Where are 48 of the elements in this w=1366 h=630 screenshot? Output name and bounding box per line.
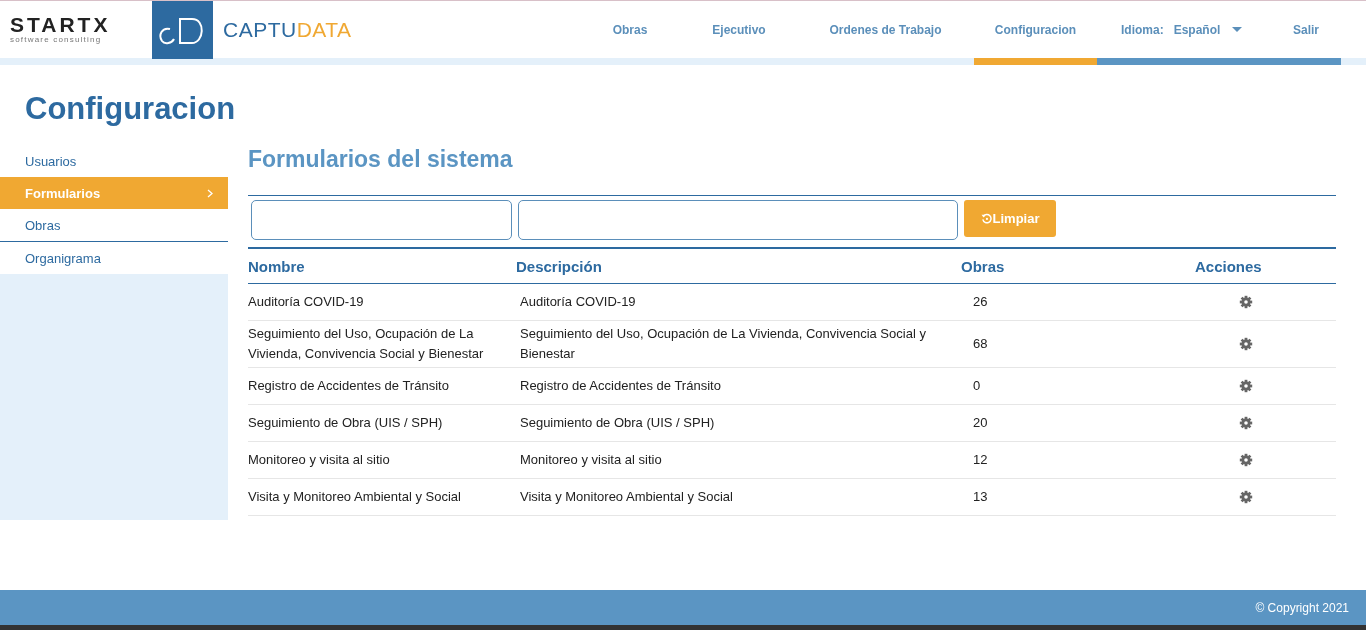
description-filter-field[interactable]: [518, 200, 958, 240]
table-cell-text: Visita y Monitoreo Ambiental y Social: [519, 488, 734, 506]
table-cell-text: Seguimiento del Uso, Ocupación de La Vivienda, Convivencia Social y Bienestar: [519, 325, 927, 363]
settings-icon[interactable]: [1239, 416, 1253, 430]
language-label: Idioma:: [1121, 22, 1164, 37]
table-cell-text: Monitoreo y visita al sitio: [248, 451, 391, 469]
page-title: Configuracion: [25, 91, 237, 128]
column-header: Nombre: [248, 257, 306, 275]
section-title: Formularios del sistema: [248, 146, 514, 172]
settings-icon[interactable]: [1239, 453, 1253, 467]
sidebar-item[interactable]: Formularios: [0, 177, 228, 209]
clear-button[interactable]: Limpiar: [964, 200, 1056, 237]
table-cell-text: Seguimiento de Obra (UIS / SPH): [248, 414, 444, 432]
table-cell-text: 13: [972, 488, 989, 506]
settings-icon[interactable]: [1239, 295, 1253, 309]
column-header: Descripción: [516, 257, 603, 275]
table-cell-text: Registro de Accidentes de Tránsito: [519, 377, 722, 395]
caret-icon: [1232, 26, 1243, 33]
table-cell-text: 12: [972, 451, 989, 469]
company-tagline: software consulting: [10, 34, 103, 45]
reset-icon: [980, 213, 992, 224]
company-logo-text: STARTX: [10, 14, 112, 35]
table-cell-text: 20: [972, 414, 989, 432]
table-cell-text: Monitoreo y visita al sitio: [519, 451, 663, 469]
name-filter-field[interactable]: [251, 200, 512, 240]
table-cell-text: Auditoría COVID-19: [519, 293, 637, 311]
chevron-icon: [207, 188, 213, 198]
table-cell-text: Auditoría COVID-19: [248, 293, 365, 311]
table-cell-text: Seguimiento del Uso, Ocupación de La Vivienda, Convivencia Social y Bienestar: [248, 325, 485, 363]
nav-tab[interactable]: Configuracion: [974, 1, 1097, 65]
language-dropdown[interactable]: Español: [1173, 22, 1243, 37]
table-cell-text: Visita y Monitoreo Ambiental y Social: [248, 488, 462, 506]
table-cell-text: Registro de Accidentes de Tránsito: [248, 377, 450, 395]
table-cell-text: 68: [972, 335, 989, 353]
logout-link[interactable]: Salir: [1293, 22, 1319, 37]
settings-icon[interactable]: [1239, 379, 1253, 393]
column-header: Obras: [961, 257, 1006, 275]
settings-icon[interactable]: [1239, 337, 1253, 351]
table-cell-text: Seguimiento de Obra (UIS / SPH): [519, 414, 716, 432]
settings-icon[interactable]: [1239, 490, 1253, 504]
product-name: CAPTUDATA: [223, 17, 352, 42]
column-header: Acciones: [1195, 257, 1263, 275]
copyright-text: © Copyright 2021: [1255, 600, 1349, 615]
nav-tab[interactable]: Obras: [585, 1, 675, 65]
nav-tab[interactable]: Ordenes de Trabajo: [803, 1, 968, 65]
table-cell-text: 26: [972, 293, 989, 311]
table-cell-text: 0: [972, 377, 982, 395]
nav-tab[interactable]: Ejecutivo: [695, 1, 783, 65]
